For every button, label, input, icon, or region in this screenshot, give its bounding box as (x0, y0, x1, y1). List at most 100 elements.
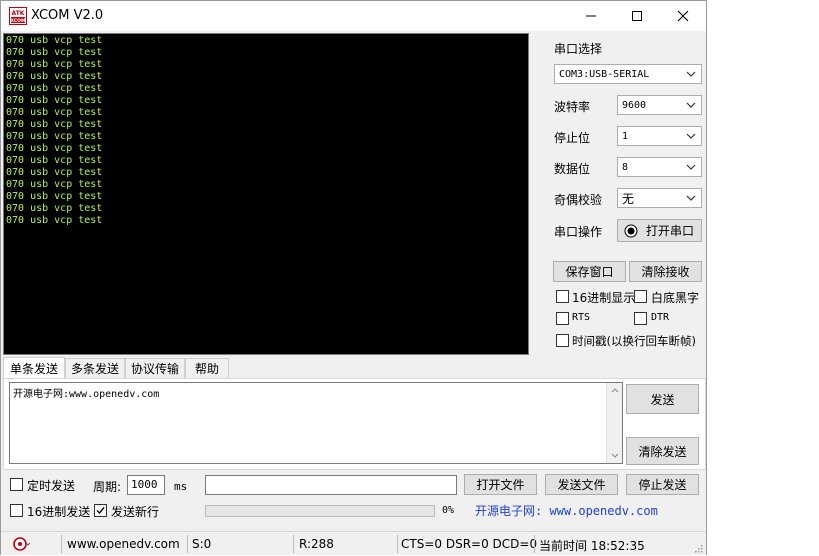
tab-multi-send[interactable]: 多条发送 (65, 358, 125, 378)
console-line: 070 usb vcp test (6, 215, 103, 226)
baud-select[interactable]: 9600 (617, 95, 702, 115)
white-black-label: 白底黑字 (651, 291, 700, 305)
status-website[interactable]: www.openedv.com (67, 537, 180, 551)
close-icon (677, 10, 689, 22)
console-line: 070 usb vcp test (6, 95, 103, 106)
maximize-button[interactable] (614, 1, 660, 31)
send-newline-checkbox[interactable] (94, 504, 107, 517)
minimize-icon (586, 15, 596, 17)
period-label: 周期: (93, 480, 122, 494)
console-line: 070 usb vcp test (6, 71, 103, 82)
timestamp-label: 时间戳(以换行回车断帧) (572, 334, 696, 348)
hex-send-label: 16进制发送 (27, 505, 91, 519)
console-line: 070 usb vcp test (6, 191, 103, 202)
minimize-button[interactable] (568, 1, 614, 31)
maximize-icon (632, 11, 642, 21)
console-line: 070 usb vcp test (6, 203, 103, 214)
console-lines: 070 usb vcp test 070 usb vcp test 070 usb … (6, 35, 526, 227)
stop-bits-select[interactable]: 1 (617, 126, 702, 146)
clear-send-button[interactable]: 清除发送 (626, 437, 699, 465)
record-icon (624, 224, 638, 237)
white-black-checkbox[interactable] (634, 290, 647, 303)
send-file-button[interactable]: 发送文件 (545, 474, 618, 495)
chevron-down-icon (686, 133, 696, 139)
chevron-down-icon (686, 71, 696, 77)
app-logo-icon: ATK XCOM (9, 7, 27, 25)
timed-send-label: 定时发送 (27, 479, 76, 493)
port-value: COM3:USB-SERIAL (559, 68, 650, 80)
send-textarea[interactable]: 开源电子网:www.openedv.com (9, 382, 623, 464)
console-line: 070 usb vcp test (6, 155, 103, 166)
save-window-button[interactable]: 保存窗口 (553, 261, 626, 282)
data-bits-value: 8 (622, 161, 629, 173)
port-operation-label: 串口操作 (554, 225, 603, 239)
timestamp-checkbox[interactable] (556, 334, 569, 347)
data-bits-label: 数据位 (554, 162, 591, 176)
dtr-label: DTR (651, 312, 670, 323)
open-port-label: 打开串口 (646, 224, 695, 238)
period-unit: ms (174, 480, 188, 493)
send-text: 开源电子网:www.openedv.com (13, 389, 160, 400)
stop-bits-label: 停止位 (554, 131, 591, 145)
port-label: 串口选择 (554, 42, 603, 56)
chevron-down-icon (686, 102, 696, 108)
status-received-count: R:288 (299, 537, 334, 551)
open-port-button[interactable]: 打开串口 (617, 219, 702, 242)
dtr-checkbox[interactable] (634, 312, 647, 325)
console-line: 070 usb vcp test (6, 167, 103, 178)
open-file-button[interactable]: 打开文件 (464, 474, 537, 495)
file-path-input[interactable] (205, 475, 457, 495)
console-line: 070 usb vcp test (6, 107, 103, 118)
console-line: 070 usb vcp test (6, 59, 103, 70)
hex-send-checkbox[interactable] (10, 504, 23, 517)
hex-display-checkbox[interactable] (556, 290, 569, 303)
status-bar: www.openedv.com S:0 R:288 CTS=0 DSR=0 DC… (1, 531, 706, 555)
chevron-down-icon (686, 195, 696, 201)
status-line-states: CTS=0 DSR=0 DCD=0 (401, 537, 538, 551)
tab-single-send[interactable]: 单条发送 (3, 357, 65, 378)
gear-icon (13, 537, 31, 551)
stop-send-button[interactable]: 停止发送 (626, 474, 699, 495)
progress-text: 0% (442, 505, 455, 516)
baud-label: 波特率 (554, 100, 591, 114)
window-title: XCOM V2.0 (31, 8, 104, 23)
svg-text:ATK: ATK (12, 10, 25, 17)
stop-bits-value: 1 (622, 130, 629, 142)
app-window: ATK XCOM XCOM V2.0 070 usb vcp test 070 u… (0, 0, 707, 555)
console-line: 070 usb vcp test (6, 131, 103, 142)
status-time: 当前时间 18:52:35 (539, 539, 645, 553)
resize-grip-icon[interactable] (693, 542, 703, 556)
title-bar: ATK XCOM XCOM V2.0 (1, 1, 706, 31)
status-separator (534, 535, 535, 553)
status-icon[interactable] (12, 536, 31, 555)
rts-checkbox[interactable] (556, 312, 569, 325)
send-progress-bar (205, 505, 435, 517)
checkmark-icon (96, 507, 105, 515)
status-separator (293, 535, 294, 553)
parity-value: 无 (622, 191, 635, 206)
send-button[interactable]: 发送 (626, 384, 699, 414)
status-separator (187, 535, 188, 553)
clear-receive-button[interactable]: 清除接收 (629, 261, 702, 282)
console-line: 070 usb vcp test (6, 119, 103, 130)
tab-help[interactable]: 帮助 (185, 358, 229, 378)
parity-select[interactable]: 无 (617, 188, 702, 208)
status-separator (61, 535, 62, 553)
period-input[interactable]: 1000 (127, 475, 165, 495)
console-line: 070 usb vcp test (6, 35, 103, 46)
console-line: 070 usb vcp test (6, 83, 103, 94)
timed-send-checkbox[interactable] (10, 478, 23, 491)
baud-value: 9600 (622, 99, 647, 111)
svg-text:XCOM: XCOM (11, 18, 26, 24)
close-button[interactable] (660, 1, 706, 31)
data-bits-select[interactable]: 8 (617, 157, 702, 177)
parity-label: 奇偶校验 (554, 193, 603, 207)
tab-protocol[interactable]: 协议传输 (125, 358, 185, 378)
console-line: 070 usb vcp test (6, 143, 103, 154)
port-select[interactable]: COM3:USB-SERIAL (554, 64, 702, 84)
receive-console[interactable]: 070 usb vcp test 070 usb vcp test 070 usb … (3, 33, 529, 355)
send-scrollbar[interactable] (606, 383, 622, 463)
chevron-down-icon (686, 164, 696, 170)
promo-link[interactable]: 开源电子网: www.openedv.com (475, 502, 658, 519)
console-line: 070 usb vcp test (6, 47, 103, 58)
